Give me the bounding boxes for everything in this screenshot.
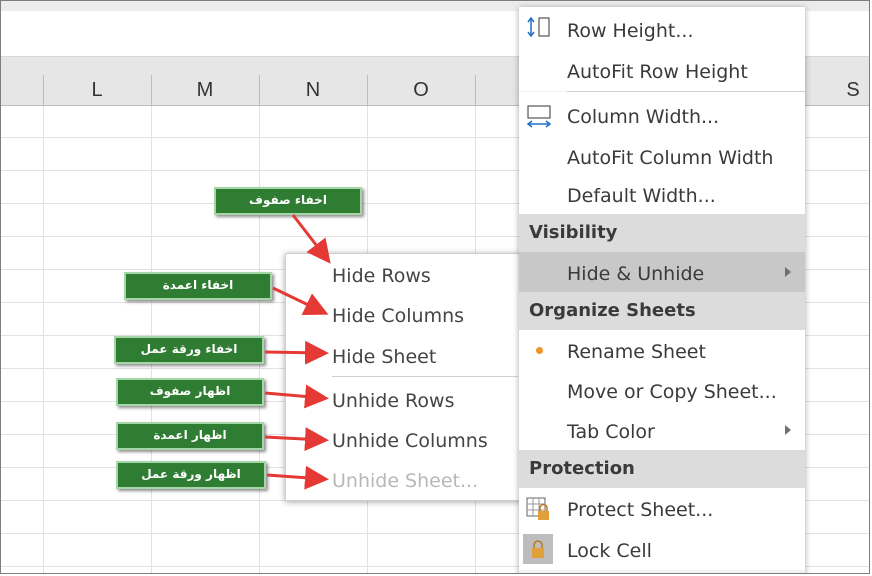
autofit-row-height-item[interactable]: AutoFit Row Height [519,47,805,91]
column-header-l[interactable]: L [43,57,151,105]
default-width-label: Default Width... [567,185,716,207]
column-divider [475,75,476,105]
autofit-row-height-label: AutoFit Row Height [567,61,748,83]
organize-sheets-section-header: Organize Sheets [519,292,805,330]
row-height-item[interactable]: Row Height... [519,7,805,47]
column-header-m[interactable]: M [151,57,259,105]
rename-sheet-label: Rename Sheet [567,341,706,363]
column-divider [43,75,44,105]
tab-color-label: Tab Color [567,421,655,443]
submenu-arrow-icon [785,425,791,435]
hide-unhide-item[interactable]: Hide & Unhide [519,252,805,292]
protection-section-header: Protection [519,450,805,488]
annotation-unhide-columns: اظهار اعمدة [116,422,264,450]
column-width-icon [526,105,552,128]
column-header-s[interactable]: S [805,57,869,105]
lock-cell-item[interactable]: Lock Cell [519,528,805,570]
row-height-label: Row Height... [567,20,694,42]
visibility-section-header: Visibility [519,214,805,252]
protect-sheet-item[interactable]: Protect Sheet... [519,488,805,528]
column-divider [367,75,368,105]
column-divider [259,75,260,105]
column-header-n[interactable]: N [259,57,367,105]
hide-sheet-item[interactable]: Hide Sheet [332,346,436,368]
format-menu: Row Height... AutoFit Row Height Column … [519,7,805,573]
annotation-hide-rows: اخفاء صفوف [214,187,362,215]
unhide-columns-item[interactable]: Unhide Columns [332,430,488,452]
submenu-arrow-icon [785,267,791,277]
submenu-separator [332,376,518,377]
protect-sheet-icon [526,497,549,520]
annotation-hide-columns: اخفاء اعمدة [124,272,272,300]
unhide-sheet-item[interactable]: Unhide Sheet... [332,470,478,492]
move-copy-sheet-item[interactable]: Move or Copy Sheet... [519,370,805,410]
column-line [43,106,44,573]
annotation-hide-sheet: اخفاء ورقة عمل [114,336,264,364]
autofit-column-width-label: AutoFit Column Width [567,147,774,169]
move-copy-sheet-label: Move or Copy Sheet... [567,381,777,403]
column-header-o[interactable]: O [367,57,475,105]
row-height-icon [527,16,550,38]
column-divider [151,75,152,105]
column-width-item[interactable]: Column Width... [519,92,805,136]
column-width-label: Column Width... [567,106,720,128]
unhide-rows-item[interactable]: Unhide Rows [332,390,454,412]
lock-cell-label: Lock Cell [567,540,652,562]
hide-columns-item[interactable]: Hide Columns [332,305,464,327]
tab-color-item[interactable]: Tab Color [519,410,805,450]
excel-window: L M N O S Hide Rows Hide Columns Hide Sh… [0,0,870,574]
autofit-column-width-item[interactable]: AutoFit Column Width [519,136,805,176]
rename-bullet-icon [536,347,543,354]
hide-unhide-submenu: Hide Rows Hide Columns Hide Sheet Unhide… [285,253,521,501]
default-width-item[interactable]: Default Width... [519,176,805,214]
hide-rows-item[interactable]: Hide Rows [332,265,431,287]
lock-cell-icon [523,534,553,564]
rename-sheet-item[interactable]: Rename Sheet [519,330,805,370]
hide-unhide-label: Hide & Unhide [567,263,705,285]
annotation-unhide-rows: اظهار صفوف [116,378,264,406]
protect-sheet-label: Protect Sheet... [567,499,714,521]
annotation-unhide-sheet: اظهار ورقة عمل [116,461,266,489]
